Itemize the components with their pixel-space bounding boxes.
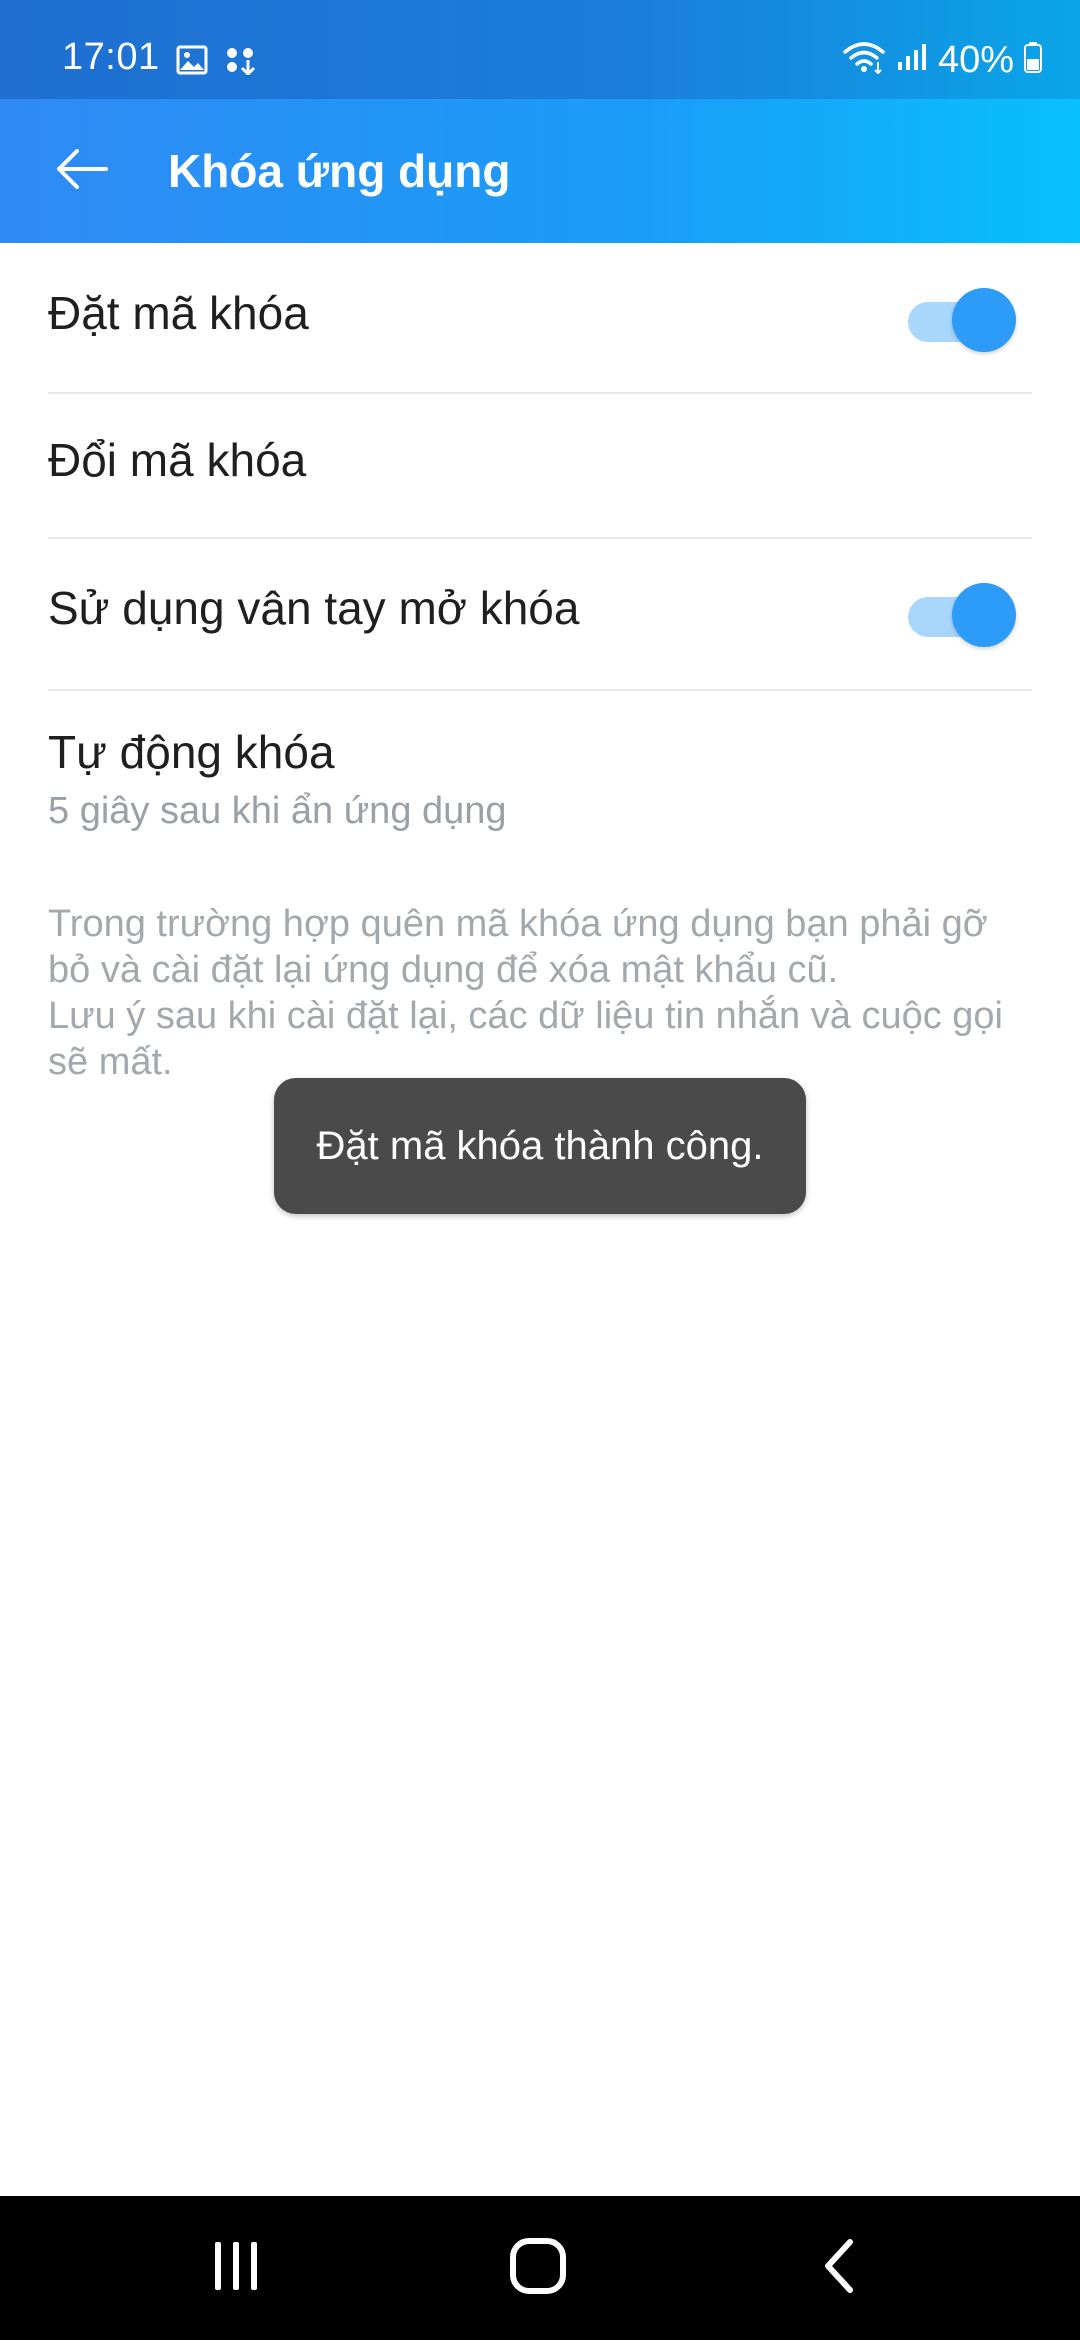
fingerprint-label: Sử dụng vân tay mở khóa [48,582,580,634]
toggle-thumb [952,288,1016,352]
battery-percentage: 40% [937,38,1014,81]
info-text: Trong trường hợp quên mã khóa ứng dụng b… [48,903,1003,1083]
set-passcode-row[interactable]: Đặt mã khóa [48,285,1032,395]
change-passcode-row[interactable]: Đổi mã khóa [48,433,1032,543]
auto-lock-row[interactable]: Tự động khóa 5 giây sau khi ẩn ứng dụng [48,727,1032,877]
auto-lock-value: 5 giây sau khi ẩn ứng dụng [48,790,507,832]
fingerprint-toggle[interactable] [908,583,1016,647]
wifi-icon [842,40,886,79]
status-left-icons [176,45,256,80]
image-icon [176,45,208,80]
recent-apps-button[interactable] [176,2218,296,2318]
divider [48,537,1032,539]
change-passcode-label: Đổi mã khóa [48,434,307,486]
back-nav-button[interactable] [780,2218,900,2318]
app-bar: Khóa ứng dụng [0,99,1080,243]
set-passcode-toggle[interactable] [908,288,1016,352]
battery-icon [1024,41,1042,78]
toggle-thumb [952,583,1016,647]
fingerprint-row[interactable]: Sử dụng vân tay mở khóa [48,581,1032,691]
arrow-left-icon [54,147,110,196]
page-title: Khóa ứng dụng [168,145,511,197]
signal-icon [896,42,928,77]
recent-apps-icon [211,2238,261,2299]
navigation-bar [0,2196,1080,2340]
status-time: 17:01 [62,36,160,78]
home-icon [508,2236,568,2301]
home-button[interactable] [478,2218,598,2318]
status-bar: 17:01 40% [0,0,1080,99]
game-launcher-icon [224,45,256,80]
divider [48,392,1032,394]
divider [48,689,1032,691]
auto-lock-label: Tự động khóa [48,726,335,778]
toast-message: Đặt mã khóa thành công. [274,1078,806,1214]
status-right-icons: 40% [842,40,1042,79]
set-passcode-label: Đặt mã khóa [48,287,309,339]
back-button[interactable] [40,129,124,213]
back-icon [820,2236,860,2301]
